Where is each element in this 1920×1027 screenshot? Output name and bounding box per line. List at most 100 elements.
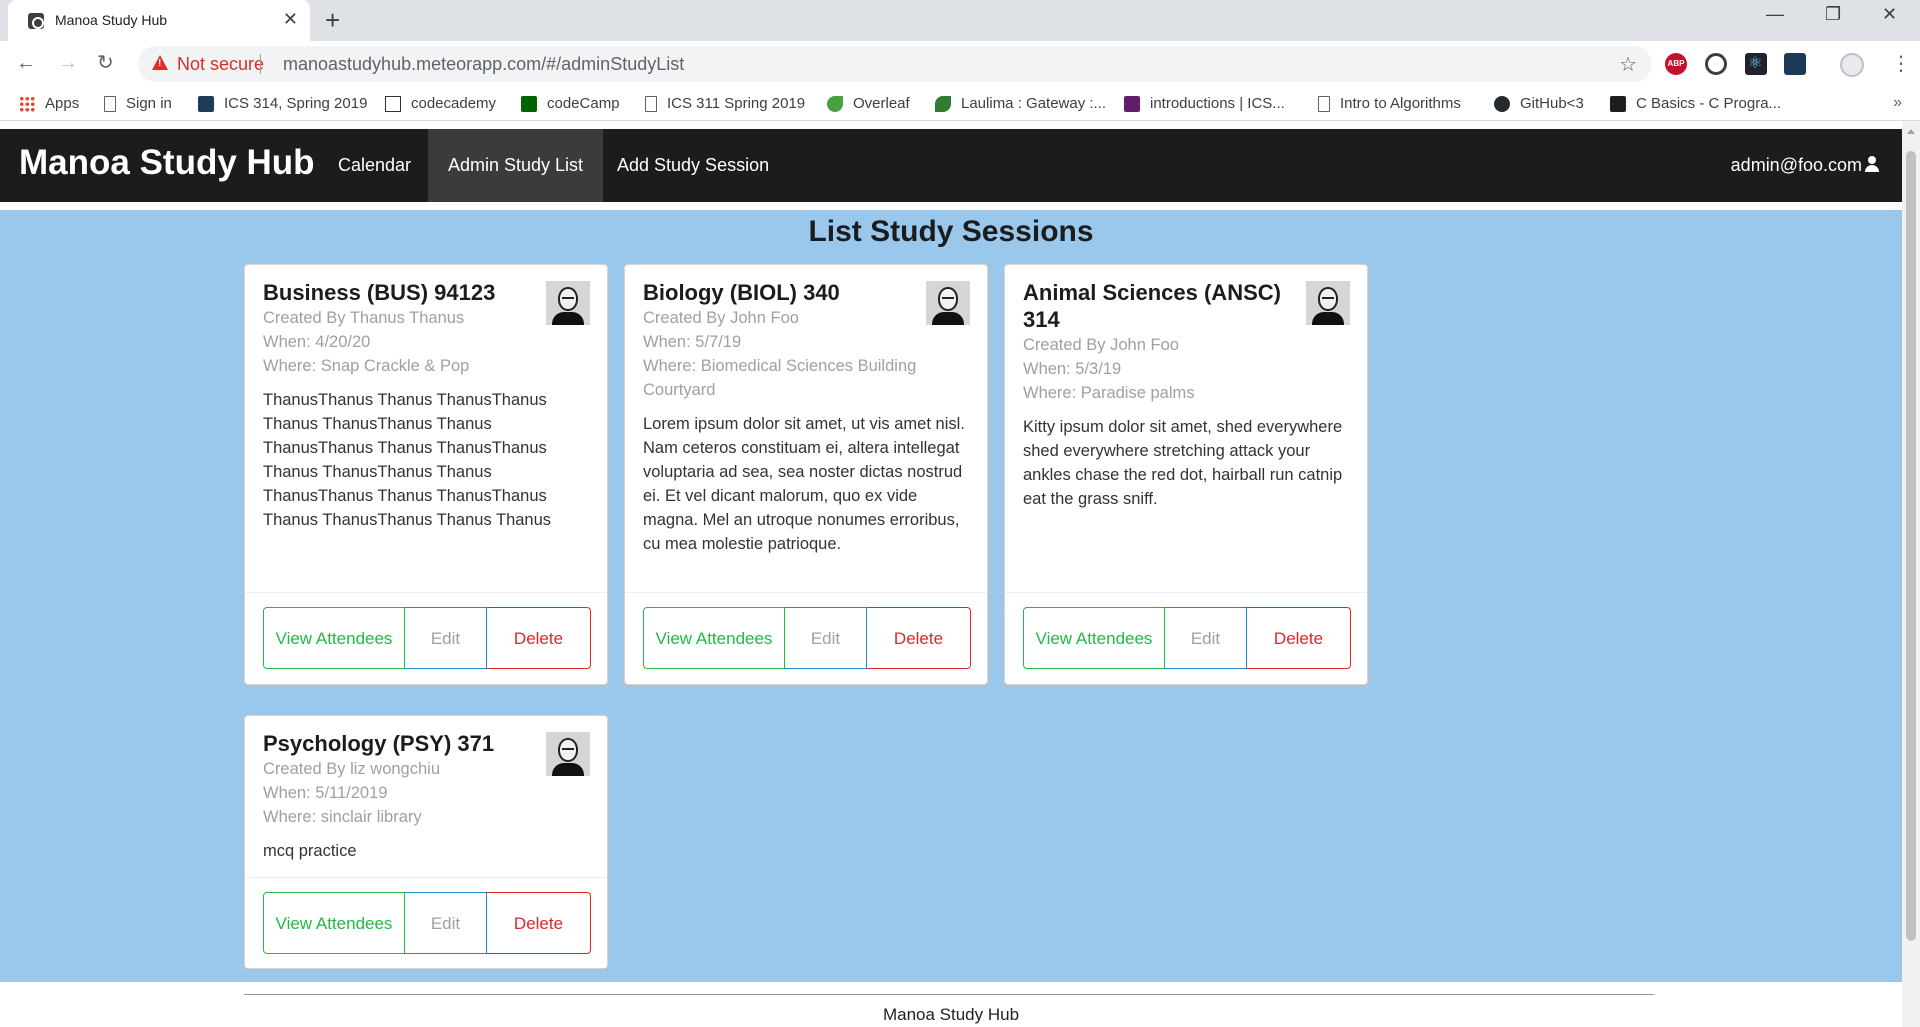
page-icon [104, 95, 116, 112]
card-header: Business (BUS) 94123 Created By Thanus T… [245, 265, 607, 378]
card-title: Business (BUS) 94123 [263, 280, 496, 305]
bookmark-algorithms[interactable]: Intro to Algorithms [1318, 95, 1461, 112]
bookmark-star-icon[interactable]: ☆ [1619, 52, 1637, 77]
adblock-extension-icon[interactable]: ABP [1665, 53, 1687, 75]
tab-strip: Manoa Study Hub ✕ + — ❐ ✕ [0, 0, 1920, 41]
card-when: When: 5/7/19 [643, 333, 742, 351]
card-title: Animal Sciences (ANSC) 314 [1023, 280, 1281, 332]
bookmark-c-basics[interactable]: C Basics - C Progra... [1610, 95, 1781, 112]
card-when: When: 5/3/19 [1023, 360, 1122, 378]
avatar [546, 281, 590, 325]
page-viewport: Manoa Study Hub Calendar Admin Study Lis… [0, 121, 1902, 1027]
bookmark-codecamp[interactable]: codeCamp [521, 95, 620, 112]
delete-button[interactable]: Delete [867, 607, 971, 669]
bookmark-label: codeCamp [547, 95, 620, 112]
meteor-favicon-icon [28, 13, 44, 29]
delete-button[interactable]: Delete [487, 892, 591, 954]
edit-button[interactable]: Edit [405, 607, 487, 669]
card-created-by: Created By Thanus Thanus [263, 309, 465, 327]
bookmark-label: Apps [45, 95, 80, 112]
view-attendees-button[interactable]: View Attendees [263, 607, 405, 669]
scrollbar-thumb[interactable] [1906, 151, 1916, 941]
avatar [546, 732, 590, 776]
bookmark-ics311[interactable]: ICS 311 Spring 2019 [645, 95, 805, 112]
view-attendees-button[interactable]: View Attendees [263, 892, 405, 954]
view-attendees-button[interactable]: View Attendees [1023, 607, 1165, 669]
card-extra [245, 592, 607, 593]
card-created-by: Created By liz wongchiu [263, 760, 441, 778]
card-where: Where: Snap Crackle & Pop [263, 357, 470, 375]
url-text[interactable]: manoastudyhub.meteorapp.com/#/adminStudy… [283, 54, 684, 75]
back-icon[interactable]: ← [16, 52, 36, 74]
user-menu[interactable]: admin@foo.com [1731, 129, 1880, 202]
restore-icon[interactable]: ❐ [1825, 4, 1841, 25]
page-icon [198, 95, 214, 112]
page-scrollbar[interactable] [1902, 121, 1920, 1027]
slack-icon [1124, 95, 1140, 112]
sync-extension-icon[interactable] [1705, 53, 1727, 75]
main-content: List Study Sessions Business (BUS) 94123… [0, 210, 1902, 982]
profile-avatar-icon[interactable] [1840, 53, 1864, 77]
study-session-card: Animal Sciences (ANSC) 314 Created By Jo… [1004, 264, 1368, 685]
bookmark-sign-in[interactable]: Sign in [104, 95, 172, 112]
security-label[interactable]: Not secure [177, 54, 264, 75]
card-button-group: View Attendees Edit Delete [1023, 607, 1351, 669]
bookmark-apps[interactable]: Apps [19, 95, 79, 112]
card-created-by: Created By John Foo [1023, 336, 1179, 354]
bookmark-label: Sign in [126, 95, 172, 112]
apps-icon [19, 95, 35, 112]
avatar [926, 281, 970, 325]
card-where: Where: Paradise palms [1023, 384, 1195, 402]
page-icon [1318, 95, 1330, 112]
minimize-icon[interactable]: — [1766, 4, 1784, 25]
browser-tab[interactable]: Manoa Study Hub ✕ [8, 0, 310, 41]
delete-button[interactable]: Delete [1247, 607, 1351, 669]
forward-icon[interactable]: → [58, 52, 78, 74]
card-when: When: 5/11/2019 [263, 784, 388, 802]
bookmark-overleaf[interactable]: Overleaf [827, 95, 910, 112]
tab-title: Manoa Study Hub [55, 12, 168, 28]
card-created-by: Created By John Foo [643, 309, 799, 327]
study-session-card: Business (BUS) 94123 Created By Thanus T… [244, 264, 608, 685]
view-attendees-button[interactable]: View Attendees [643, 607, 785, 669]
browser-menu-icon[interactable]: ⋮ [1891, 51, 1911, 76]
bookmark-codecademy[interactable]: codecademy [385, 95, 496, 112]
card-when: When: 4/20/20 [263, 333, 371, 351]
extension-icon[interactable] [1784, 53, 1806, 75]
brand-link[interactable]: Manoa Study Hub [19, 143, 315, 183]
scroll-up-icon[interactable] [1907, 129, 1915, 134]
warning-icon [152, 55, 168, 70]
edit-button[interactable]: Edit [405, 892, 487, 954]
browser-toolbar: ← → ↻ Not secure manoastudyhub.meteorapp… [0, 41, 1920, 88]
nav-calendar[interactable]: Calendar [318, 129, 431, 202]
close-tab-icon[interactable]: ✕ [283, 9, 298, 29]
footer-text: Manoa Study Hub [882, 1005, 1020, 1024]
study-session-card: Biology (BIOL) 340 Created By John Foo W… [624, 264, 988, 685]
codecamp-icon [521, 95, 537, 112]
card-extra [625, 592, 987, 593]
card-description: mcq practice [263, 842, 357, 860]
app-navbar: Manoa Study Hub Calendar Admin Study Lis… [0, 129, 1902, 202]
nav-admin-study-list[interactable]: Admin Study List [428, 129, 604, 202]
delete-button[interactable]: Delete [487, 607, 591, 669]
react-devtools-icon[interactable] [1745, 53, 1767, 75]
new-tab-button[interactable]: + [325, 6, 340, 34]
bookmark-label: ICS 311 Spring 2019 [667, 95, 806, 112]
bookmarks-bar: Apps Sign in ICS 314, Spring 2019 codeca… [0, 88, 1920, 121]
card-where: Where: sinclair library [263, 808, 422, 826]
edit-button[interactable]: Edit [1165, 607, 1247, 669]
bookmark-ics314[interactable]: ICS 314, Spring 2019 [198, 95, 367, 112]
bookmark-laulima[interactable]: Laulima : Gateway :... [935, 95, 1106, 112]
card-title: Biology (BIOL) 340 [643, 280, 840, 305]
bookmark-label: Intro to Algorithms [1340, 95, 1461, 112]
address-bar[interactable]: Not secure manoastudyhub.meteorapp.com/#… [138, 46, 1652, 82]
reload-icon[interactable]: ↻ [97, 52, 114, 74]
window-close-icon[interactable]: ✕ [1882, 4, 1897, 25]
bookmarks-overflow-icon[interactable]: » [1893, 94, 1902, 112]
nav-add-study-session[interactable]: Add Study Session [597, 129, 789, 202]
card-button-group: View Attendees Edit Delete [643, 607, 971, 669]
edit-button[interactable]: Edit [785, 607, 867, 669]
bookmark-introductions[interactable]: introductions | ICS... [1124, 95, 1285, 112]
bookmark-label: GitHub<3 [1520, 95, 1584, 112]
bookmark-github[interactable]: GitHub<3 [1494, 95, 1584, 112]
